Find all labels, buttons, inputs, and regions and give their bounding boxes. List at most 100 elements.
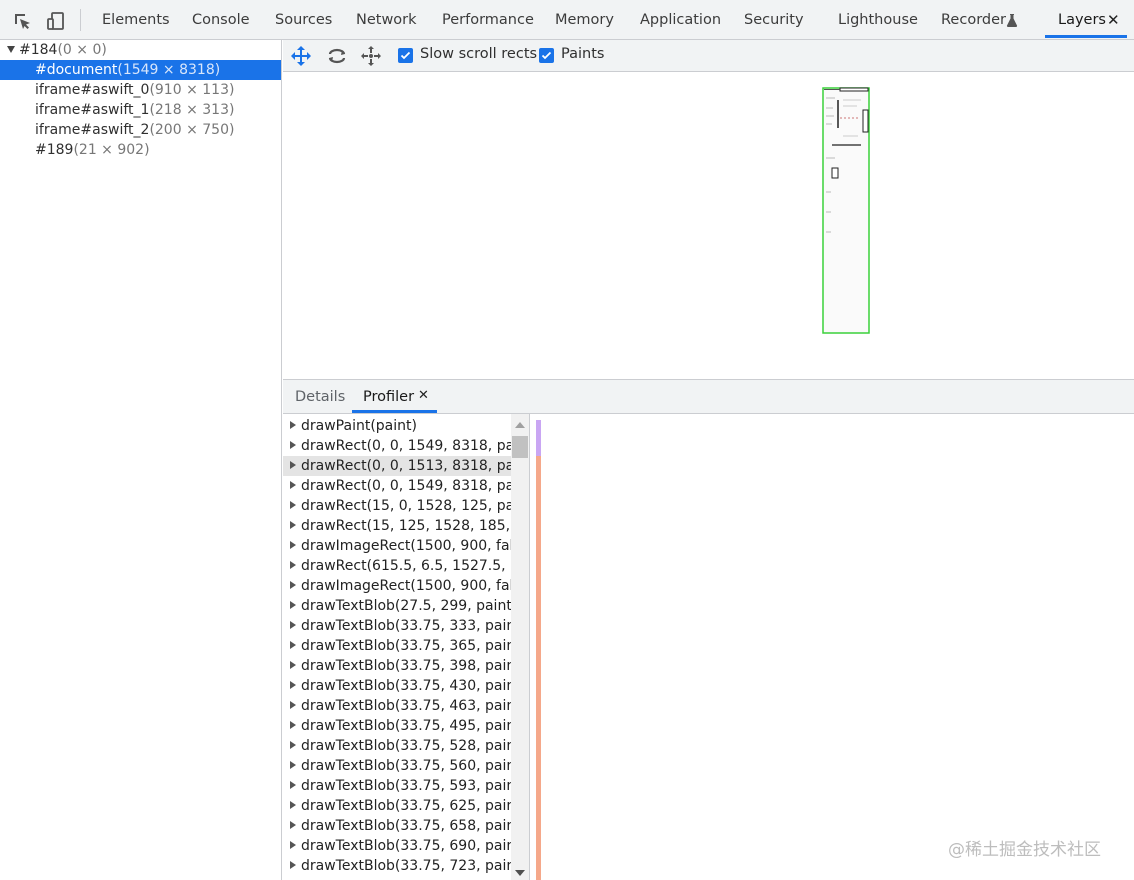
scroll-up-arrow-icon[interactable] bbox=[515, 422, 525, 428]
tab-profiler[interactable]: Profiler bbox=[363, 380, 414, 414]
tab-sources[interactable]: Sources bbox=[275, 0, 332, 40]
expand-triangle-icon[interactable] bbox=[290, 521, 296, 529]
expand-triangle-icon[interactable] bbox=[290, 441, 296, 449]
layer-name: iframe#aswift_0 bbox=[35, 82, 150, 98]
list-item[interactable]: drawRect(15, 0, 1528, 125, paint bbox=[283, 496, 511, 516]
list-item[interactable]: drawTextBlob(33.75, 333, paint) bbox=[283, 616, 511, 636]
reset-transform-icon[interactable] bbox=[359, 44, 383, 68]
layer-name: iframe#aswift_2 bbox=[35, 122, 150, 138]
list-item[interactable]: drawTextBlob(33.75, 723, paint) bbox=[283, 856, 511, 876]
inspect-element-icon[interactable] bbox=[11, 10, 33, 32]
slow-scroll-rects-label[interactable]: Slow scroll rects bbox=[420, 46, 537, 62]
split-resizer[interactable] bbox=[529, 414, 535, 880]
command-text: drawRect(15, 0, 1528, 125, paint bbox=[301, 498, 511, 514]
list-item[interactable]: drawTextBlob(33.75, 658, paint) bbox=[283, 816, 511, 836]
rotate-mode-icon[interactable] bbox=[325, 44, 349, 68]
slow-scroll-rects-checkbox[interactable] bbox=[398, 48, 413, 63]
command-text: drawTextBlob(33.75, 463, paint) bbox=[301, 698, 511, 714]
layer-tree-item-aswift-1[interactable]: iframe#aswift_1(218 × 313) bbox=[0, 100, 281, 120]
layers-3d-view[interactable] bbox=[283, 72, 1134, 380]
expand-triangle-icon[interactable] bbox=[290, 721, 296, 729]
list-item[interactable]: drawTextBlob(33.75, 365, paint) bbox=[283, 636, 511, 656]
expand-triangle-icon[interactable] bbox=[290, 641, 296, 649]
list-item[interactable]: drawTextBlob(33.75, 690, paint) bbox=[283, 836, 511, 856]
watermark: @稀土掘金技术社区 bbox=[948, 840, 1101, 860]
expand-triangle-icon[interactable] bbox=[290, 461, 296, 469]
tab-recorder[interactable]: Recorder bbox=[941, 0, 1006, 40]
expand-triangle-icon[interactable] bbox=[290, 661, 296, 669]
list-item[interactable]: drawRect(0, 0, 1549, 8318, paint bbox=[283, 476, 511, 496]
list-item[interactable]: drawImageRect(1500, 900, false bbox=[283, 536, 511, 556]
tab-elements[interactable]: Elements bbox=[102, 0, 170, 40]
tab-layers[interactable]: Layers bbox=[1058, 0, 1106, 40]
paint-command-list: drawPaint(paint) drawRect(0, 0, 1549, 83… bbox=[283, 414, 511, 880]
expand-triangle-icon[interactable] bbox=[290, 581, 296, 589]
details-profiler-tabs: Details Profiler ✕ bbox=[283, 380, 1134, 414]
layer-size: (21 × 902) bbox=[73, 142, 150, 158]
list-item[interactable]: drawRect(0, 0, 1513, 8318, paint bbox=[283, 456, 511, 476]
expand-triangle-icon[interactable] bbox=[290, 601, 296, 609]
command-text: drawImageRect(1500, 900, false bbox=[301, 538, 511, 554]
layer-tree-item-aswift-2[interactable]: iframe#aswift_2(200 × 750) bbox=[0, 120, 281, 140]
scrollbar-thumb[interactable] bbox=[512, 436, 528, 458]
command-text: drawTextBlob(33.75, 723, paint) bbox=[301, 858, 511, 874]
paints-label[interactable]: Paints bbox=[561, 46, 604, 62]
tab-network[interactable]: Network bbox=[356, 0, 417, 40]
expand-triangle-icon[interactable] bbox=[290, 821, 296, 829]
list-item[interactable]: drawTextBlob(33.75, 430, paint) bbox=[283, 676, 511, 696]
list-item[interactable]: drawRect(615.5, 6.5, 1527.5, 120 bbox=[283, 556, 511, 576]
expand-triangle-icon[interactable] bbox=[290, 541, 296, 549]
scroll-down-arrow-icon[interactable] bbox=[515, 870, 525, 876]
paints-checkbox[interactable] bbox=[539, 48, 554, 63]
command-text: drawRect(15, 125, 1528, 185, pa bbox=[301, 518, 511, 534]
layer-tree-item-aswift-0[interactable]: iframe#aswift_0(910 × 113) bbox=[0, 80, 281, 100]
expand-triangle-icon[interactable] bbox=[290, 621, 296, 629]
expand-triangle-icon[interactable] bbox=[290, 561, 296, 569]
expand-triangle-icon[interactable] bbox=[290, 781, 296, 789]
expand-triangle-icon[interactable] bbox=[290, 501, 296, 509]
expand-triangle-icon[interactable] bbox=[290, 701, 296, 709]
layer-tree-item-document[interactable]: #document(1549 × 8318) bbox=[0, 60, 281, 80]
list-item[interactable]: drawRect(0, 0, 1549, 8318, paint bbox=[283, 436, 511, 456]
pan-mode-icon[interactable] bbox=[289, 44, 313, 68]
expand-triangle-icon[interactable] bbox=[290, 481, 296, 489]
list-item[interactable]: drawTextBlob(33.75, 560, paint) bbox=[283, 756, 511, 776]
tab-details[interactable]: Details bbox=[295, 380, 345, 414]
list-item[interactable]: drawTextBlob(33.75, 625, paint) bbox=[283, 796, 511, 816]
command-text: drawTextBlob(33.75, 560, paint) bbox=[301, 758, 511, 774]
expand-triangle-icon[interactable] bbox=[290, 761, 296, 769]
expand-triangle-icon[interactable] bbox=[290, 741, 296, 749]
list-item[interactable]: drawTextBlob(33.75, 398, paint) bbox=[283, 656, 511, 676]
toolbar-separator bbox=[80, 9, 81, 31]
expand-triangle-icon[interactable] bbox=[7, 46, 15, 53]
list-item[interactable]: drawTextBlob(33.75, 528, paint) bbox=[283, 736, 511, 756]
tab-console[interactable]: Console bbox=[192, 0, 250, 40]
expand-triangle-icon[interactable] bbox=[290, 421, 296, 429]
tab-lighthouse[interactable]: Lighthouse bbox=[838, 0, 918, 40]
expand-triangle-icon[interactable] bbox=[290, 841, 296, 849]
list-item[interactable]: drawTextBlob(27.5, 299, paint) bbox=[283, 596, 511, 616]
layer-size: (218 × 313) bbox=[149, 102, 235, 118]
close-profiler-tab-icon[interactable]: ✕ bbox=[418, 388, 429, 403]
list-item[interactable]: drawTextBlob(33.75, 463, paint) bbox=[283, 696, 511, 716]
tab-security[interactable]: Security bbox=[744, 0, 804, 40]
list-item[interactable]: drawRect(15, 125, 1528, 185, pa bbox=[283, 516, 511, 536]
expand-triangle-icon[interactable] bbox=[290, 801, 296, 809]
list-item[interactable]: drawImageRect(1500, 900, false bbox=[283, 576, 511, 596]
tab-memory[interactable]: Memory bbox=[555, 0, 614, 40]
device-toolbar-icon[interactable] bbox=[45, 10, 67, 32]
command-text: drawRect(0, 0, 1549, 8318, paint bbox=[301, 478, 511, 494]
layer-tree-item-189[interactable]: #189(21 × 902) bbox=[0, 140, 281, 160]
list-item[interactable]: drawPaint(paint) bbox=[283, 416, 511, 436]
command-text: drawRect(0, 0, 1549, 8318, paint bbox=[301, 438, 511, 454]
expand-triangle-icon[interactable] bbox=[290, 681, 296, 689]
close-layers-tab-icon[interactable]: ✕ bbox=[1107, 11, 1120, 29]
tab-application[interactable]: Application bbox=[640, 0, 721, 40]
layer-tree-root[interactable]: #184(0 × 0) bbox=[0, 40, 281, 60]
tab-performance[interactable]: Performance bbox=[442, 0, 534, 40]
list-item[interactable]: drawTextBlob(33.75, 495, paint) bbox=[283, 716, 511, 736]
list-item[interactable]: drawTextBlob(33.75, 593, paint) bbox=[283, 776, 511, 796]
layer-preview[interactable] bbox=[283, 72, 1134, 380]
expand-triangle-icon[interactable] bbox=[290, 861, 296, 869]
command-list-scrollbar[interactable] bbox=[511, 414, 529, 880]
